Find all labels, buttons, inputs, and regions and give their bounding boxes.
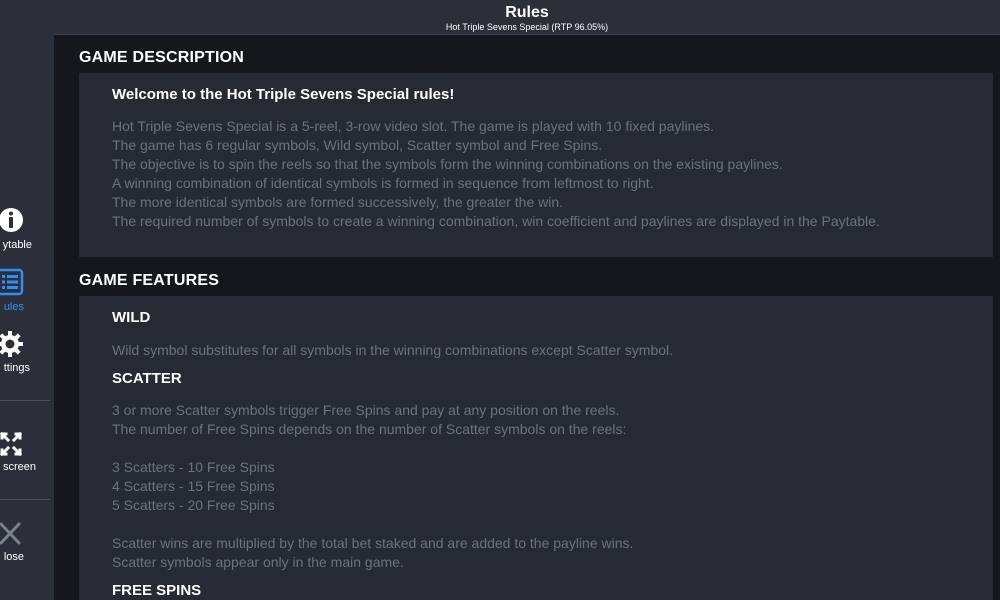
section-title-game-description: GAME DESCRIPTION: [79, 49, 244, 66]
wild-text: Wild symbol substitutes for all symbols …: [112, 342, 674, 358]
game-description-panel: Welcome to the Hot Triple Sevens Special…: [79, 73, 1000, 257]
list-icon: [0, 268, 24, 296]
scatter-line: 3 or more Scatter symbols trigger Free S…: [112, 402, 620, 418]
page-subtitle: Hot Triple Sevens Special (RTP 96.05%): [445, 22, 609, 32]
scrollbar[interactable]: [993, 39, 1000, 600]
scatter-line: 5 Scatters - 20 Free Spins: [112, 497, 275, 513]
sidebar-item-label: ules: [3, 301, 24, 313]
sidebar-item-label: screen: [2, 461, 36, 473]
scatter-line: The number of Free Spins depends on the …: [112, 421, 627, 437]
page-title: Rules: [505, 4, 549, 21]
close-icon: [0, 522, 21, 545]
description-line: The required number of symbols to create…: [112, 213, 880, 229]
game-features-panel: WILD Wild symbol substitutes for all sym…: [79, 296, 1000, 600]
gear-icon: [0, 331, 23, 357]
sidebar-item-settings[interactable]: ttings: [0, 330, 54, 390]
description-line: The objective is to spin the reels so th…: [112, 156, 783, 172]
section-title-game-features: GAME FEATURES: [79, 272, 220, 289]
scatter-line: 3 Scatters - 10 Free Spins: [112, 459, 275, 475]
rules-content[interactable]: GAME DESCRIPTION Welcome to the Hot Trip…: [54, 35, 1000, 600]
scatter-line: Scatter symbols appear only in the main …: [112, 554, 404, 570]
header: Rules Hot Triple Sevens Special (RTP 96.…: [54, 0, 1000, 35]
scatter-line: Scatter wins are multiplied by the total…: [112, 535, 634, 551]
info-icon: [0, 208, 23, 232]
sidebar-divider: [0, 400, 50, 401]
sidebar-item-label: ttings: [3, 362, 30, 374]
sidebar-divider: [0, 499, 50, 500]
description-line: The more identical symbols are formed su…: [112, 194, 564, 210]
free-spins-heading: FREE SPINS: [112, 582, 202, 599]
sidebar-item-fullscreen[interactable]: screen: [0, 428, 54, 488]
sidebar-item-rules[interactable]: ules: [0, 268, 54, 328]
scatter-heading: SCATTER: [112, 370, 182, 387]
sidebar-item-paytable[interactable]: ytable: [0, 205, 54, 265]
sidebar-item-close[interactable]: lose: [0, 518, 54, 578]
sidebar-item-label: ytable: [2, 239, 32, 251]
scatter-line: 4 Scatters - 15 Free Spins: [112, 478, 275, 494]
fullscreen-icon: [0, 431, 23, 456]
description-line: A winning combination of identical symbo…: [112, 175, 654, 191]
sidebar-item-label: lose: [3, 551, 24, 563]
wild-heading: WILD: [112, 309, 151, 326]
description-line: Hot Triple Sevens Special is a 5-reel, 3…: [112, 118, 715, 134]
sidebar: ytable ules ttings screen lose: [0, 0, 54, 600]
welcome-heading: Welcome to the Hot Triple Sevens Special…: [112, 86, 455, 103]
description-line: The game has 6 regular symbols, Wild sym…: [112, 137, 603, 153]
